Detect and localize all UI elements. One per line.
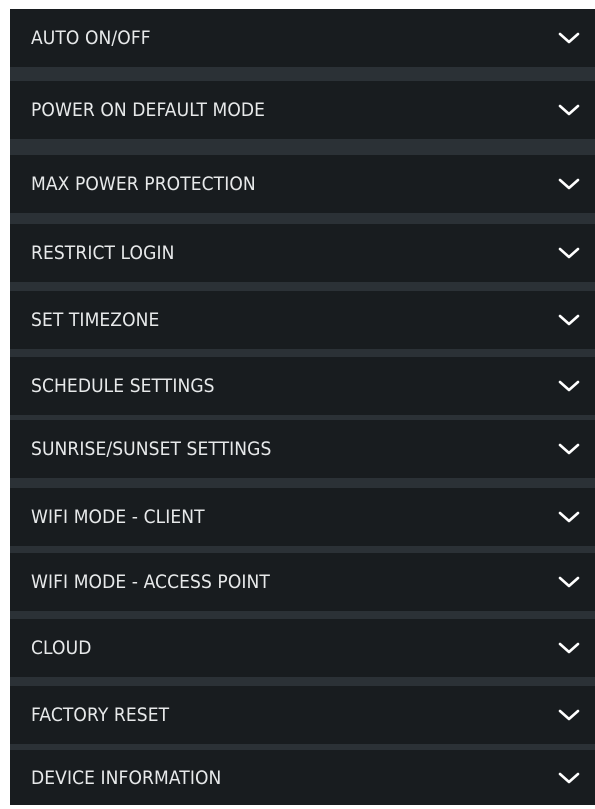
chevron-down-icon[interactable]	[555, 170, 583, 198]
accordion-item-set-timezone[interactable]: SET TIMEZONE	[10, 291, 595, 349]
accordion-item-restrict-login[interactable]: RESTRICT LOGIN	[10, 224, 595, 282]
accordion-item-label: WIFI MODE - CLIENT	[31, 506, 205, 528]
accordion-item-label: FACTORY RESET	[31, 704, 170, 726]
accordion-item-power-on-default-mode[interactable]: POWER ON DEFAULT MODE	[10, 81, 595, 139]
chevron-down-icon[interactable]	[555, 634, 583, 662]
accordion-item-auto-on-off[interactable]: AUTO ON/OFF	[10, 9, 595, 67]
accordion-item-max-power-protection[interactable]: MAX POWER PROTECTION	[10, 155, 595, 213]
accordion-item-label: SUNRISE/SUNSET SETTINGS	[31, 438, 272, 460]
accordion-item-label: SCHEDULE SETTINGS	[31, 375, 215, 397]
accordion-item-label: RESTRICT LOGIN	[31, 242, 175, 264]
chevron-down-icon[interactable]	[555, 503, 583, 531]
chevron-down-icon[interactable]	[555, 701, 583, 729]
accordion-item-label: DEVICE INFORMATION	[31, 766, 222, 789]
accordion-item-sunrise-sunset-settings[interactable]: SUNRISE/SUNSET SETTINGS	[10, 420, 595, 478]
chevron-down-icon[interactable]	[555, 435, 583, 463]
accordion-item-wifi-mode-access-point[interactable]: WIFI MODE - ACCESS POINT	[10, 553, 595, 611]
accordion-item-device-information[interactable]: DEVICE INFORMATION	[10, 750, 595, 805]
accordion-item-label: CLOUD	[31, 637, 92, 659]
chevron-down-icon[interactable]	[555, 372, 583, 400]
accordion-item-wifi-mode-client[interactable]: WIFI MODE - CLIENT	[10, 488, 595, 546]
accordion-item-factory-reset[interactable]: FACTORY RESET	[10, 686, 595, 744]
chevron-down-icon[interactable]	[555, 568, 583, 596]
accordion-item-schedule-settings[interactable]: SCHEDULE SETTINGS	[10, 357, 595, 415]
settings-accordion-list: AUTO ON/OFF POWER ON DEFAULT MODE MAX PO…	[10, 9, 595, 805]
chevron-down-icon[interactable]	[555, 239, 583, 267]
chevron-down-icon[interactable]	[555, 24, 583, 52]
chevron-down-icon[interactable]	[555, 764, 583, 792]
accordion-item-label: MAX POWER PROTECTION	[31, 173, 256, 195]
chevron-down-icon[interactable]	[555, 306, 583, 334]
accordion-item-label: SET TIMEZONE	[31, 309, 160, 331]
accordion-item-cloud[interactable]: CLOUD	[10, 619, 595, 677]
accordion-item-label: POWER ON DEFAULT MODE	[31, 99, 266, 121]
accordion-item-label: AUTO ON/OFF	[31, 27, 151, 49]
accordion-item-label: WIFI MODE - ACCESS POINT	[31, 571, 270, 593]
chevron-down-icon[interactable]	[555, 96, 583, 124]
